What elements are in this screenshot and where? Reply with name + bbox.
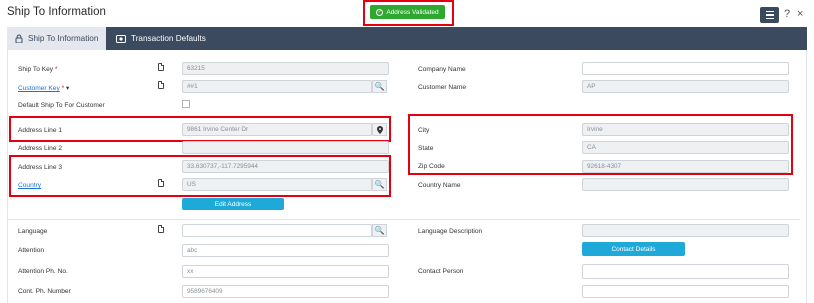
menu-button[interactable] — [760, 7, 779, 23]
contact-person-label: Contact Person — [418, 268, 464, 275]
extra-field[interactable] — [582, 285, 789, 298]
customer-name-field[interactable]: AP — [582, 80, 789, 93]
caret-down-icon: ▾ — [66, 85, 70, 92]
search-icon[interactable]: 🔍 — [372, 224, 387, 237]
country-name-label: Country Name — [418, 182, 461, 189]
attention-field[interactable]: abc — [182, 244, 389, 257]
customer-key-field[interactable]: ##1 — [182, 80, 372, 93]
ship-to-key-label: Ship To Key * — [18, 66, 58, 73]
address1-label: Address Line 1 — [18, 127, 62, 134]
language-description-label: Language Description — [418, 228, 483, 235]
country-field[interactable]: US — [182, 178, 372, 191]
country-link[interactable]: Country — [18, 182, 41, 189]
language-description-field[interactable] — [582, 224, 789, 237]
country-name-field[interactable] — [582, 178, 789, 191]
cont-ph-field[interactable]: 9589676409 — [182, 285, 389, 298]
badge-label: Address Validated — [386, 8, 439, 16]
tab-transaction-defaults[interactable]: Transaction Defaults — [108, 27, 218, 50]
state-field[interactable]: CA — [582, 141, 789, 154]
company-name-label: Company Name — [418, 66, 466, 73]
zip-label: Zip Code — [418, 163, 445, 170]
zip-field[interactable]: 92618-4307 — [582, 160, 789, 173]
contact-person-field[interactable] — [582, 264, 789, 279]
tab-label: Ship To Information — [28, 34, 99, 43]
address3-label: Address Line 3 — [18, 164, 62, 171]
language-label: Language — [18, 228, 48, 235]
city-field[interactable]: Irvine — [582, 123, 789, 136]
edit-address-button[interactable]: Edit Address — [182, 198, 284, 210]
address-validated-badge: ✓ Address Validated — [370, 5, 445, 19]
customer-name-label: Customer Name — [418, 84, 467, 91]
city-label: City — [418, 127, 430, 134]
ship-to-key-field[interactable]: 63215 — [182, 62, 389, 75]
check-circle-icon: ✓ — [376, 8, 384, 16]
address3-field[interactable]: 33.630737,-117.7295944 — [182, 160, 389, 173]
address2-label: Address Line 2 — [18, 145, 62, 152]
page-title: Ship To Information — [7, 6, 106, 18]
document-icon[interactable] — [158, 179, 164, 187]
cont-ph-label: Cont. Ph. Number — [18, 288, 71, 295]
company-name-field[interactable] — [582, 62, 789, 75]
address2-field[interactable] — [182, 141, 389, 154]
customer-key-label[interactable]: Customer Key * ▾ — [18, 84, 69, 92]
address1-field[interactable]: 9861 Irvine Center Dr — [182, 123, 372, 136]
attention-ph-label: Attention Ph. No. — [18, 268, 68, 275]
default-ship-checkbox[interactable] — [182, 100, 190, 108]
attention-ph-field[interactable]: xx — [182, 265, 389, 278]
tab-ship-to-information[interactable]: Ship To Information — [7, 27, 106, 50]
attention-label: Attention — [18, 247, 45, 254]
search-icon[interactable]: 🔍 — [372, 178, 387, 191]
money-icon — [116, 34, 126, 43]
section-divider — [7, 219, 800, 220]
default-ship-label: Default Ship To For Customer — [18, 102, 105, 109]
tab-label: Transaction Defaults — [131, 34, 206, 43]
language-field[interactable] — [182, 224, 372, 237]
document-icon[interactable] — [158, 63, 164, 71]
help-icon[interactable]: ? — [784, 8, 790, 20]
close-icon[interactable]: × — [797, 8, 803, 20]
map-pin-icon[interactable] — [372, 123, 387, 136]
document-icon[interactable] — [158, 81, 164, 89]
document-icon[interactable] — [158, 225, 164, 233]
search-icon[interactable]: 🔍 — [372, 80, 387, 93]
lock-icon — [15, 34, 23, 43]
contact-details-button[interactable]: Contact Details — [582, 242, 685, 256]
state-label: State — [418, 145, 434, 152]
